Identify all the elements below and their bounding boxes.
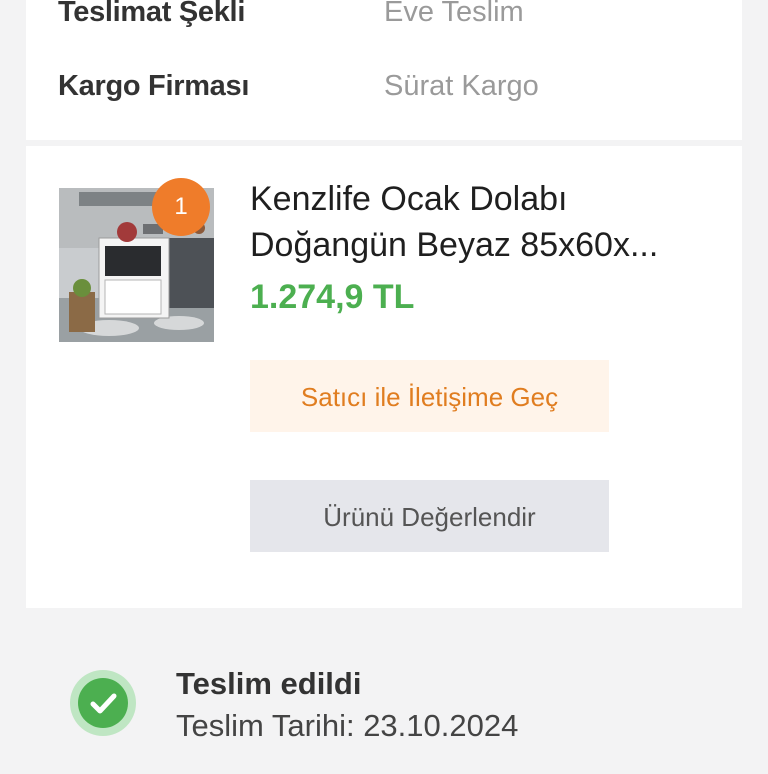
- check-circle-icon: [70, 670, 136, 736]
- delivery-method-row: Teslimat Şekli Eve Teslim: [58, 0, 722, 36]
- delivery-method-value: Eve Teslim: [384, 0, 524, 28]
- product-card: 1 Kenzlife Ocak Dolabı Doğangün Beyaz 85…: [26, 146, 742, 608]
- review-product-button[interactable]: Ürünü Değerlendir: [250, 480, 609, 552]
- delivery-method-label: Teslimat Şekli: [58, 0, 246, 28]
- cargo-company-label: Kargo Firması: [58, 70, 250, 102]
- cargo-company-row: Kargo Firması Sürat Kargo: [58, 70, 722, 110]
- shipping-info-card: Teslimat Şekli Eve Teslim Kargo Firması …: [26, 0, 742, 140]
- delivery-status-title: Teslim edildi: [176, 666, 362, 701]
- delivery-status-card: Teslim edildi Teslim Tarihi: 23.10.2024: [26, 614, 742, 774]
- product-title[interactable]: Kenzlife Ocak Dolabı Doğangün Beyaz 85x6…: [250, 176, 720, 268]
- delivery-date: Teslim Tarihi: 23.10.2024: [176, 708, 519, 743]
- product-price: 1.274,9 TL: [250, 278, 415, 316]
- cargo-company-value: Sürat Kargo: [384, 70, 539, 102]
- contact-seller-button[interactable]: Satıcı ile İletişime Geç: [250, 360, 609, 432]
- quantity-badge: 1: [152, 178, 210, 236]
